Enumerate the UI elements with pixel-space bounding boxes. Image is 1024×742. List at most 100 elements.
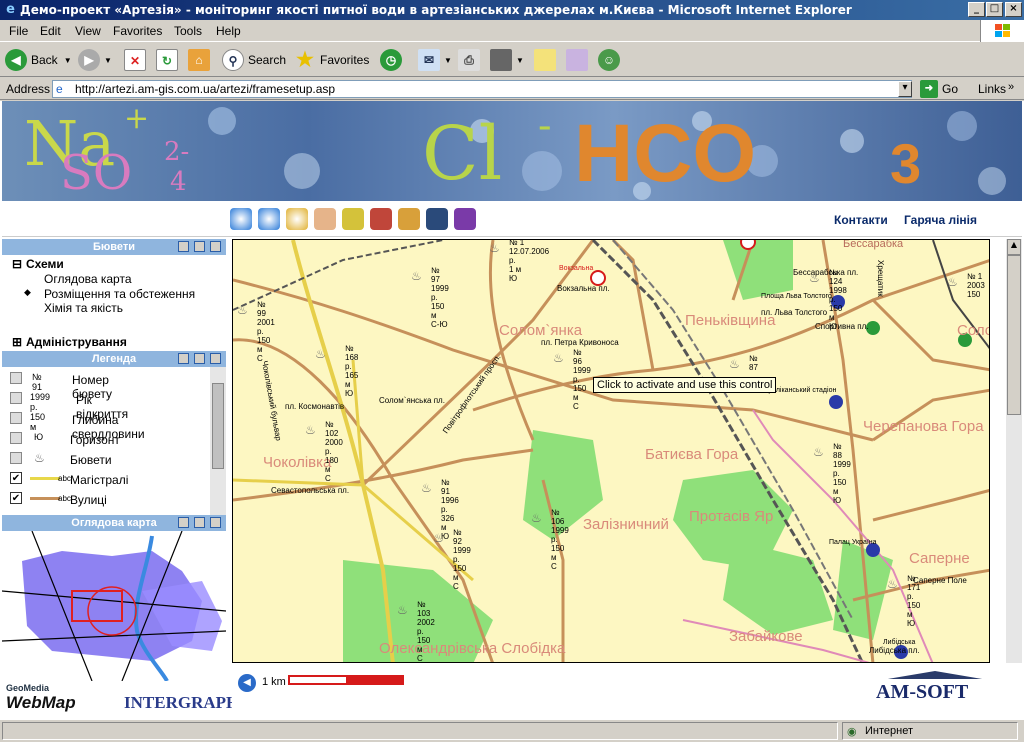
- legend-restore-button[interactable]: [194, 353, 205, 364]
- tree-expand-admin-icon[interactable]: ⊞: [12, 335, 22, 349]
- scroll-up-button[interactable]: ▲: [1007, 239, 1021, 255]
- tap-icon: ♨: [887, 577, 898, 591]
- search-icon: ⚲: [222, 49, 244, 71]
- legend-checkbox[interactable]: [10, 412, 22, 424]
- edit-button[interactable]: ▼: [490, 48, 524, 72]
- menu-edit[interactable]: Edit: [40, 24, 61, 38]
- legend-panel-header: Легенда: [2, 351, 226, 367]
- legend-checkbox[interactable]: ✔: [10, 472, 22, 484]
- forward-button[interactable]: ▶ ▼: [78, 48, 112, 72]
- menu-view[interactable]: View: [75, 24, 101, 38]
- mail-button[interactable]: ✉ ▼: [418, 48, 452, 72]
- zoom-out-icon[interactable]: [258, 208, 280, 230]
- window-title-bar: e Демо-проект «Артезія» - моніторинг яко…: [0, 0, 1024, 20]
- tree-overview-map[interactable]: Оглядова карта: [44, 272, 132, 286]
- tree-expand-icon[interactable]: ⊟: [12, 257, 22, 271]
- street-label: пл. Льва Толстого: [761, 308, 828, 317]
- legend-close-button[interactable]: [210, 353, 221, 364]
- search-button[interactable]: ⚲ Search: [222, 48, 286, 72]
- tap-icon: ♨: [553, 351, 564, 365]
- street-label: Бессарабська пл.: [793, 268, 859, 277]
- legend-scroll-thumb[interactable]: [212, 383, 224, 469]
- header-banner: Na + SO 4 2- Cl - HCO 3: [2, 101, 1022, 201]
- tap-icon: ♨: [729, 357, 740, 371]
- legend-checkbox[interactable]: ✔: [10, 492, 22, 504]
- vendor-logos: GeoMedia WebMap INTERGRAPH: [2, 681, 239, 717]
- binoculars-icon[interactable]: [426, 208, 448, 230]
- main-map[interactable]: Солом`янка Пеньківщина Батиєва Гора Залі…: [232, 239, 990, 663]
- amsoft-logo: AM-SOFT: [876, 681, 969, 703]
- menu-tools[interactable]: Tools: [174, 24, 202, 38]
- menu-help[interactable]: Help: [216, 24, 241, 38]
- overview-map-graphic: [2, 531, 226, 681]
- menu-file[interactable]: File: [9, 24, 28, 38]
- tree-schemes[interactable]: Схеми: [26, 257, 64, 271]
- selected-bullet-icon: ◆: [24, 287, 31, 297]
- borehole-tap-icon: ♨: [34, 451, 45, 465]
- favorites-button[interactable]: ★ Favorites: [294, 48, 369, 72]
- forward-arrow-icon: ▶: [78, 49, 100, 71]
- tree-admin[interactable]: Адміністрування: [26, 335, 127, 349]
- menu-favorites[interactable]: Favorites: [113, 24, 162, 38]
- contacts-link[interactable]: Контакти: [834, 213, 888, 227]
- clear-icon[interactable]: [454, 208, 476, 230]
- district-label: Солом`янка: [499, 322, 583, 339]
- panel-close-button[interactable]: [210, 241, 221, 252]
- zoom-in-icon[interactable]: [230, 208, 252, 230]
- banner-hco-sub: 3: [890, 132, 922, 195]
- overview-close-button[interactable]: [210, 517, 221, 528]
- close-button[interactable]: ×: [1005, 2, 1022, 17]
- address-dropdown-button[interactable]: ▾: [898, 81, 912, 97]
- panel-minimize-button[interactable]: [178, 241, 189, 252]
- legend-checkbox[interactable]: [10, 452, 22, 464]
- back-button[interactable]: ◀ Back ▼: [5, 48, 72, 72]
- pencil-icon[interactable]: [342, 208, 364, 230]
- pan-hand-icon[interactable]: [314, 208, 336, 230]
- scale-toggle-icon[interactable]: ◀: [238, 674, 256, 692]
- district-label: Сапернe: [909, 550, 970, 567]
- go-button[interactable]: ➜ Go: [920, 79, 958, 99]
- brush-icon[interactable]: [370, 208, 392, 230]
- district-label: Забайкове: [729, 628, 803, 645]
- stop-button[interactable]: ✕: [124, 48, 150, 72]
- legend-checkbox[interactable]: [10, 392, 22, 404]
- maximize-button[interactable]: □: [986, 2, 1003, 17]
- messenger-button[interactable]: ☺: [598, 48, 624, 72]
- district-label: Солом`янка: [957, 322, 989, 339]
- legend-checkbox[interactable]: [10, 432, 22, 444]
- research-button[interactable]: [566, 48, 592, 72]
- menu-bar: File Edit View Favorites Tools Help: [0, 20, 1024, 42]
- minimize-button[interactable]: _: [968, 2, 985, 17]
- legend-minimize-button[interactable]: [178, 353, 189, 364]
- overview-panel-header: Оглядова карта: [2, 515, 226, 531]
- legend-checkbox[interactable]: [10, 372, 22, 384]
- map-footer: ◀ 1 km AM-SOFT: [232, 665, 1022, 719]
- tree-placement[interactable]: Розміщення та обстеження: [44, 287, 195, 301]
- discuss-button[interactable]: [534, 48, 560, 72]
- legend-list: № 91 Номер бювету 1999 р. Рік відкриття …: [2, 367, 226, 515]
- zoom-area-icon[interactable]: [286, 208, 308, 230]
- boreholes-tree: ⊟ Схеми Оглядова карта ◆ Розміщення та о…: [2, 255, 226, 351]
- links-toolbar[interactable]: Links: [978, 82, 1006, 96]
- legend-scrollbar[interactable]: [210, 367, 226, 515]
- measure-icon[interactable]: [398, 208, 420, 230]
- history-button[interactable]: ◷: [380, 48, 406, 72]
- district-label: Чоколівка: [263, 454, 332, 471]
- webmap-logo: WebMap: [6, 693, 76, 712]
- panel-restore-button[interactable]: [194, 241, 205, 252]
- status-message-pane: [2, 722, 838, 740]
- home-button[interactable]: ⌂: [188, 48, 214, 72]
- hotline-link[interactable]: Гаряча лінія: [904, 213, 977, 227]
- address-input[interactable]: e http://artezi.am-gis.com.ua/artezi/fra…: [52, 80, 912, 98]
- scroll-thumb[interactable]: [1007, 255, 1021, 415]
- tree-chemistry[interactable]: Хімія та якість: [44, 301, 123, 315]
- banner-so-sub: 4: [170, 167, 187, 197]
- page-vertical-scrollbar[interactable]: ▲: [1006, 239, 1022, 663]
- overview-restore-button[interactable]: [194, 517, 205, 528]
- print-button[interactable]: ⎙: [458, 48, 484, 72]
- tap-icon: ♨: [237, 303, 248, 317]
- overview-map[interactable]: [2, 531, 226, 681]
- refresh-button[interactable]: ↻: [156, 48, 182, 72]
- overview-minimize-button[interactable]: [178, 517, 189, 528]
- banner-cl-sup: -: [538, 103, 552, 149]
